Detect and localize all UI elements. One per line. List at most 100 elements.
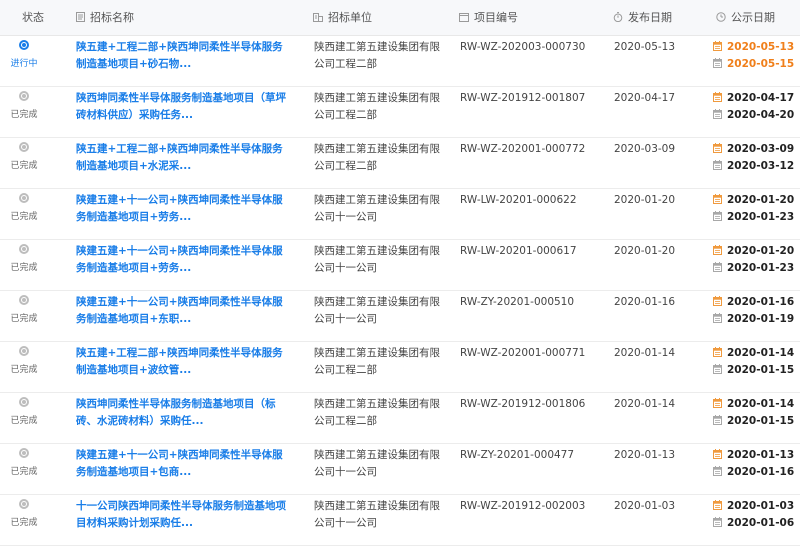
period-start-date: 2020-01-20 — [727, 245, 795, 257]
status-icon — [19, 295, 29, 305]
period-end: 2020-05-15 — [713, 57, 794, 72]
publish-date: 2020-01-14 — [614, 398, 676, 410]
period-start-date: 2020-01-14 — [727, 398, 795, 410]
table-row[interactable]: 已完成 十一公司陕西坤同柔性半导体服务制造基地项目材料采购计划采购任... 陕西建工… — [0, 495, 800, 546]
calendar-icon — [713, 41, 722, 51]
period-start: 2020-01-03 — [713, 499, 794, 514]
period-end-date: 2020-01-23 — [727, 211, 795, 223]
status-label: 已完成 — [10, 416, 38, 426]
publish-date: 2020-01-20 — [614, 194, 676, 206]
period-end: 2020-04-20 — [713, 108, 794, 123]
project-code: RW-WZ-201912-001806 — [460, 398, 586, 410]
period-end: 2020-01-15 — [713, 363, 794, 378]
period-end-date: 2020-03-12 — [727, 160, 795, 172]
calendar-icon — [713, 347, 722, 357]
publish-date: 2020-03-09 — [614, 143, 676, 155]
calendar-icon — [713, 109, 722, 119]
header-period-label: 公示日期 — [731, 11, 775, 24]
period-start: 2020-01-14 — [713, 397, 794, 412]
header-title: 招标名称 — [76, 0, 134, 35]
publish-date: 2020-01-14 — [614, 347, 676, 359]
calendar-icon — [713, 517, 722, 527]
status-label: 已完成 — [10, 161, 38, 171]
calendar-icon — [713, 245, 722, 255]
tender-title-link[interactable]: 陕西坤同柔性半导体服务制造基地项目（草坪砖材料供应）采购任务... — [76, 90, 288, 124]
calendar-icon — [713, 449, 722, 459]
calendar-icon — [713, 500, 722, 510]
tender-unit: 陕西建工第五建设集团有限公司工程二部 — [314, 92, 440, 121]
project-code: RW-ZY-20201-000477 — [460, 449, 575, 461]
period-start-date: 2020-01-13 — [727, 449, 795, 461]
period-start: 2020-01-20 — [713, 193, 794, 208]
period-end-date: 2020-04-20 — [727, 109, 795, 121]
period-start: 2020-04-17 — [713, 91, 794, 106]
tender-title-link[interactable]: 陕五建+工程二部+陕西坤同柔性半导体服务制造基地项目+砂石物... — [76, 39, 288, 73]
project-code: RW-WZ-201912-002003 — [460, 500, 586, 512]
period-end-date: 2020-05-15 — [727, 58, 795, 70]
period-start-date: 2020-05-13 — [727, 41, 795, 53]
tender-unit: 陕西建工第五建设集团有限公司工程二部 — [314, 41, 440, 70]
project-code: RW-ZY-20201-000510 — [460, 296, 575, 308]
publish-date: 2020-01-13 — [614, 449, 676, 461]
period-end-date: 2020-01-19 — [727, 313, 795, 325]
tender-unit: 陕西建工第五建设集团有限公司十一公司 — [314, 296, 440, 325]
tender-unit: 陕西建工第五建设集团有限公司工程二部 — [314, 347, 440, 376]
calendar-icon — [713, 364, 722, 374]
header-status: 状态 — [22, 0, 44, 35]
tender-title-link[interactable]: 陕建五建+十一公司+陕西坤同柔性半导体服务制造基地项目+劳务... — [76, 192, 288, 226]
period-start-date: 2020-04-17 — [727, 92, 795, 104]
header-code: 项目编号 — [459, 0, 518, 35]
status-label: 已完成 — [10, 467, 38, 477]
status-icon — [19, 397, 29, 407]
publish-date: 2020-05-13 — [614, 41, 676, 53]
calendar-icon — [713, 58, 722, 68]
tender-unit: 陕西建工第五建设集团有限公司十一公司 — [314, 245, 440, 274]
period-start: 2020-01-20 — [713, 244, 794, 259]
status-icon — [19, 448, 29, 458]
table-row[interactable]: 已完成 陕五建+工程二部+陕西坤同柔性半导体服务制造基地项目+水泥采... 陕西建工… — [0, 138, 800, 189]
status-icon — [19, 91, 29, 101]
table-row[interactable]: 进行中 陕五建+工程二部+陕西坤同柔性半导体服务制造基地项目+砂石物... 陕西建工… — [0, 36, 800, 87]
period-end: 2020-01-19 — [713, 312, 794, 327]
table-row[interactable]: 已完成 陕建五建+十一公司+陕西坤同柔性半导体服务制造基地项目+东职... 陕西建工… — [0, 291, 800, 342]
tender-title-link[interactable]: 陕建五建+十一公司+陕西坤同柔性半导体服务制造基地项目+包商... — [76, 447, 288, 481]
project-code: RW-LW-20201-000622 — [460, 194, 577, 206]
header-title-label: 招标名称 — [90, 11, 134, 24]
header-code-label: 项目编号 — [474, 11, 518, 24]
tender-unit: 陕西建工第五建设集团有限公司工程二部 — [314, 143, 440, 172]
tender-unit: 陕西建工第五建设集团有限公司十一公司 — [314, 449, 440, 478]
table-row[interactable]: 已完成 陕西坤同柔性半导体服务制造基地项目（草坪砖材料供应）采购任务... 陕西建工… — [0, 87, 800, 138]
status-label: 已完成 — [10, 365, 38, 375]
document-icon — [76, 12, 85, 22]
table-row[interactable]: 已完成 陕西坤同柔性半导体服务制造基地项目（标砖、水泥砖材料）采购任... 陕西建工… — [0, 393, 800, 444]
table-row[interactable]: 已完成 陕建五建+十一公司+陕西坤同柔性半导体服务制造基地项目+包商... 陕西建工… — [0, 444, 800, 495]
calendar-icon — [713, 160, 722, 170]
status-label: 已完成 — [10, 263, 38, 273]
status-label: 已完成 — [10, 212, 38, 222]
tender-title-link[interactable]: 陕西坤同柔性半导体服务制造基地项目（标砖、水泥砖材料）采购任... — [76, 396, 288, 430]
table-row[interactable]: 已完成 陕建五建+十一公司+陕西坤同柔性半导体服务制造基地项目+劳务... 陕西建工… — [0, 189, 800, 240]
period-end-date: 2020-01-15 — [727, 415, 795, 427]
header-period: 公示日期 — [716, 0, 775, 35]
header-status-label: 状态 — [22, 11, 44, 24]
tender-title-link[interactable]: 陕五建+工程二部+陕西坤同柔性半导体服务制造基地项目+波纹管... — [76, 345, 288, 379]
table-row[interactable]: 已完成 陕建五建+十一公司+陕西坤同柔性半导体服务制造基地项目+劳务... 陕西建工… — [0, 240, 800, 291]
table-row[interactable]: 已完成 陕五建+工程二部+陕西坤同柔性半导体服务制造基地项目+波纹管... 陕西建工… — [0, 342, 800, 393]
tender-title-link[interactable]: 陕五建+工程二部+陕西坤同柔性半导体服务制造基地项目+水泥采... — [76, 141, 288, 175]
tender-title-link[interactable]: 陕建五建+十一公司+陕西坤同柔性半导体服务制造基地项目+劳务... — [76, 243, 288, 277]
calendar-icon — [713, 194, 722, 204]
calendar-icon — [713, 296, 722, 306]
tender-unit: 陕西建工第五建设集团有限公司十一公司 — [314, 194, 440, 223]
period-end-date: 2020-01-06 — [727, 517, 795, 529]
period-start: 2020-01-16 — [713, 295, 794, 310]
status-label: 进行中 — [10, 59, 38, 69]
tender-unit: 陕西建工第五建设集团有限公司工程二部 — [314, 398, 440, 427]
status-label: 已完成 — [10, 110, 38, 120]
building-icon — [313, 13, 323, 22]
period-start-date: 2020-01-16 — [727, 296, 795, 308]
tender-title-link[interactable]: 陕建五建+十一公司+陕西坤同柔性半导体服务制造基地项目+东职... — [76, 294, 288, 328]
header-unit-label: 招标单位 — [328, 11, 372, 24]
tender-title-link[interactable]: 十一公司陕西坤同柔性半导体服务制造基地项目材料采购计划采购任... — [76, 498, 288, 532]
clock-icon — [716, 12, 726, 22]
period-end-date: 2020-01-15 — [727, 364, 795, 376]
